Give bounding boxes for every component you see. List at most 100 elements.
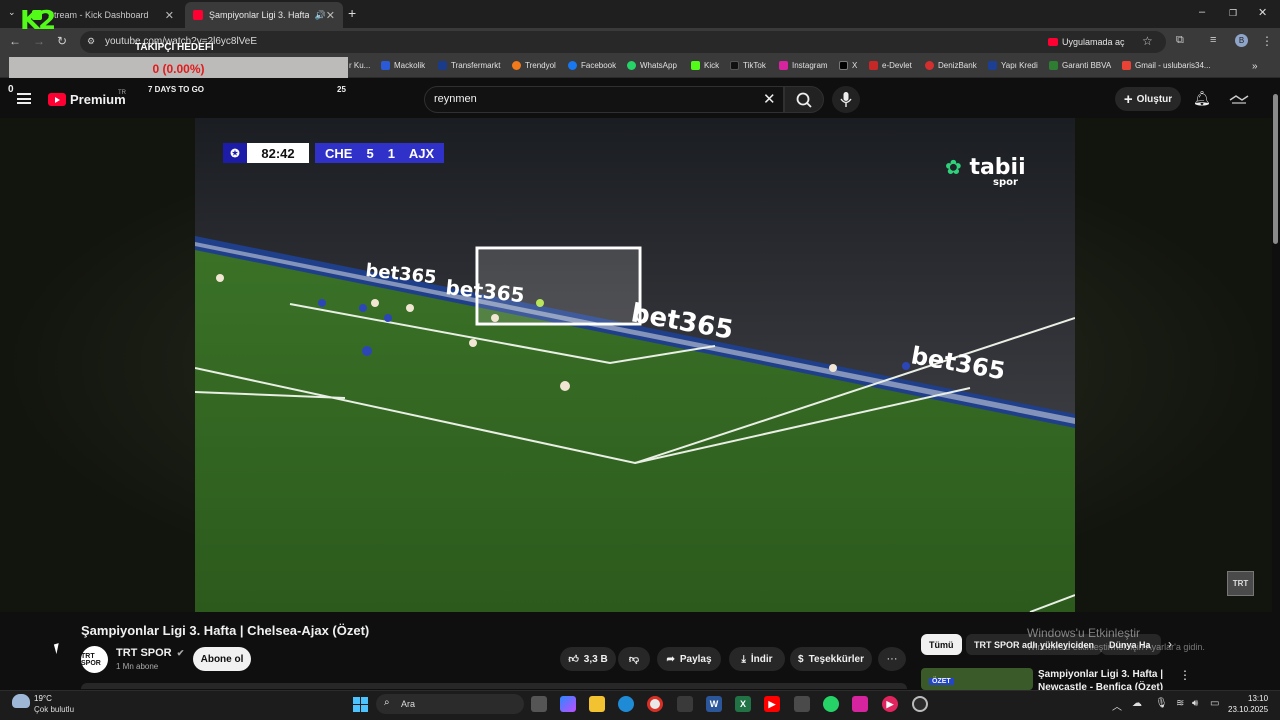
file-explorer-icon[interactable] [589,696,605,712]
weather-cloud-icon[interactable] [12,694,30,708]
onedrive-icon[interactable]: ☁ [1132,698,1142,709]
media-player-icon[interactable]: ▶ [882,696,898,712]
new-tab-button[interactable]: + [348,5,356,21]
channel-name[interactable]: TRT SPOR ✔ [116,647,184,659]
bookmark-instagram[interactable]: Instagram [779,61,828,70]
like-button[interactable]: 👍︎ 3,3 B [560,647,616,671]
hamburger-menu-icon[interactable] [17,93,31,104]
bookmark-garanti[interactable]: Garanti BBVA [1049,61,1111,70]
tab-youtube-video[interactable]: Şampiyonlar Ligi 3. Hafta | C 🔊 ✕ [185,2,343,28]
open-in-app-button[interactable]: Uygulamada aç [1048,34,1125,50]
bookmark-transfermarkt[interactable]: Transfermarkt [438,61,501,70]
site-info-icon[interactable]: ⚙ [87,36,95,47]
account-avatar[interactable] [1228,90,1250,108]
download-icon: ⤓ [741,653,746,665]
whatsapp-app-icon[interactable] [823,696,839,712]
more-actions-button[interactable]: ··· [878,647,906,671]
scrollbar-thumb[interactable] [1273,94,1278,244]
wifi-icon[interactable]: ≋ [1176,698,1184,709]
subscriber-count: 1 Mn abone [116,662,159,671]
obs-icon[interactable] [912,696,928,712]
match-scorebug: ✪ 82:42 CHE 5 1 AJX [223,143,445,163]
super-thanks-icon: $ [798,653,804,665]
chrome-menu-icon[interactable]: ⋮ [1261,34,1273,48]
microphone-tray-icon[interactable]: 🎙︎ [1155,698,1168,709]
description-box[interactable] [81,683,907,689]
minimize-button[interactable]: – [1199,6,1205,18]
share-button[interactable]: ➦ Paylaş [657,647,721,671]
edge-icon[interactable] [618,696,634,712]
follower-goal-value: 0 (0.00%) [152,62,205,76]
clock-time[interactable]: 13:10 [1248,694,1268,703]
close-tab-icon[interactable]: ✕ [326,9,335,22]
bookmark-facebook[interactable]: Facebook [568,61,616,70]
notifications-bell-icon[interactable]: 🔔︎ [1193,90,1211,107]
search-icon [796,92,812,108]
bookmark-kick[interactable]: Kick [691,61,719,70]
broadcaster-logo: ✿ tabii spor [945,155,1026,188]
youtube-premium-logo[interactable]: Premium [48,92,126,107]
bookmarks-overflow-icon[interactable]: » [1252,61,1258,72]
clock-date[interactable]: 23.10.2025 [1228,705,1268,714]
bookmark-label: e-Devlet [882,61,912,70]
extensions-icon[interactable]: ⧉ [1176,34,1184,47]
voice-search-button[interactable] [832,86,860,113]
taskbar-search[interactable] [376,694,524,714]
close-window-button[interactable]: ✕ [1258,6,1267,19]
windows-start-icon[interactable] [353,697,368,712]
excel-icon[interactable]: X [735,696,751,712]
bookmark-tiktok[interactable]: TikTok [730,61,766,70]
tab-search-icon[interactable]: ⌄ [8,7,16,18]
battery-icon[interactable]: ▭ [1210,698,1219,709]
facebook-icon [568,61,577,70]
bookmark-denizbank[interactable]: DenizBank [925,61,977,70]
download-button[interactable]: ⤓ İndir [729,647,785,671]
search-button[interactable] [784,86,824,113]
tray-overflow-icon[interactable]: ︿ [1112,698,1122,713]
bookmark-whatsapp[interactable]: WhatsApp [627,61,677,70]
dislike-button[interactable]: 👎︎ [618,647,650,671]
bookmark-mackolik[interactable]: Mackolik [381,61,425,70]
subscribe-button[interactable]: Abone ol [193,647,251,671]
bookmark-star-icon[interactable]: ☆ [1142,34,1153,48]
channel-avatar[interactable]: TRT SPOR [81,646,108,673]
store-icon[interactable] [677,696,693,712]
chrome-icon[interactable] [647,696,663,712]
youtube-app-icon[interactable]: ▶ [764,696,780,712]
bookmark-yapikredi[interactable]: Yapı Kredi [988,61,1038,70]
k2-logo: K2 [20,6,56,36]
search-input[interactable] [434,93,734,105]
video-player[interactable]: bet365 bet365 bet365 bet365 [195,118,1075,612]
profile-icon[interactable]: B [1235,34,1248,47]
bookmark-label: Trendyol [525,61,556,70]
close-tab-icon[interactable]: ✕ [165,9,174,22]
weather-description[interactable]: Çok bulutlu [34,705,74,714]
bookmark-label: TikTok [743,61,766,70]
instagram-app-icon[interactable] [852,696,868,712]
volume-icon[interactable]: 🔊︎ [1192,698,1198,709]
mackolik-icon [381,61,390,70]
chip-all[interactable]: Tümü [921,634,962,655]
thanks-button[interactable]: $ Teşekkürler [790,647,872,671]
weather-temperature[interactable]: 19°C [34,694,52,703]
bookmark-x[interactable]: X [839,61,857,70]
bookmark-edevlet[interactable]: e-Devlet [869,61,912,70]
bookmark-trendyol[interactable]: Trendyol [512,61,556,70]
recommendation-menu-icon[interactable]: ⋮ [1179,668,1191,682]
restore-button[interactable]: ❐ [1229,8,1237,19]
thanks-label: Teşekkürler [808,653,864,665]
word-icon[interactable]: W [706,696,722,712]
copilot-icon[interactable] [560,696,576,712]
bookmark-item[interactable]: r Ku... [349,61,370,70]
reading-list-icon[interactable]: ≡ [1210,34,1216,46]
calculator-icon[interactable] [794,696,810,712]
create-button[interactable]: + Oluştur [1115,87,1181,111]
speaker-icon[interactable]: 🔊 [315,10,326,21]
clear-search-icon[interactable]: ✕ [763,90,776,108]
garanti-icon [1049,61,1058,70]
channel-watermark[interactable]: TRT [1227,571,1254,596]
bookmark-gmail[interactable]: Gmail - uslubaris34... [1122,61,1211,70]
recommended-thumbnail[interactable]: ÖZET [921,668,1033,690]
thumbs-down-icon: 👎︎ [628,654,640,665]
task-view-icon[interactable] [531,696,547,712]
